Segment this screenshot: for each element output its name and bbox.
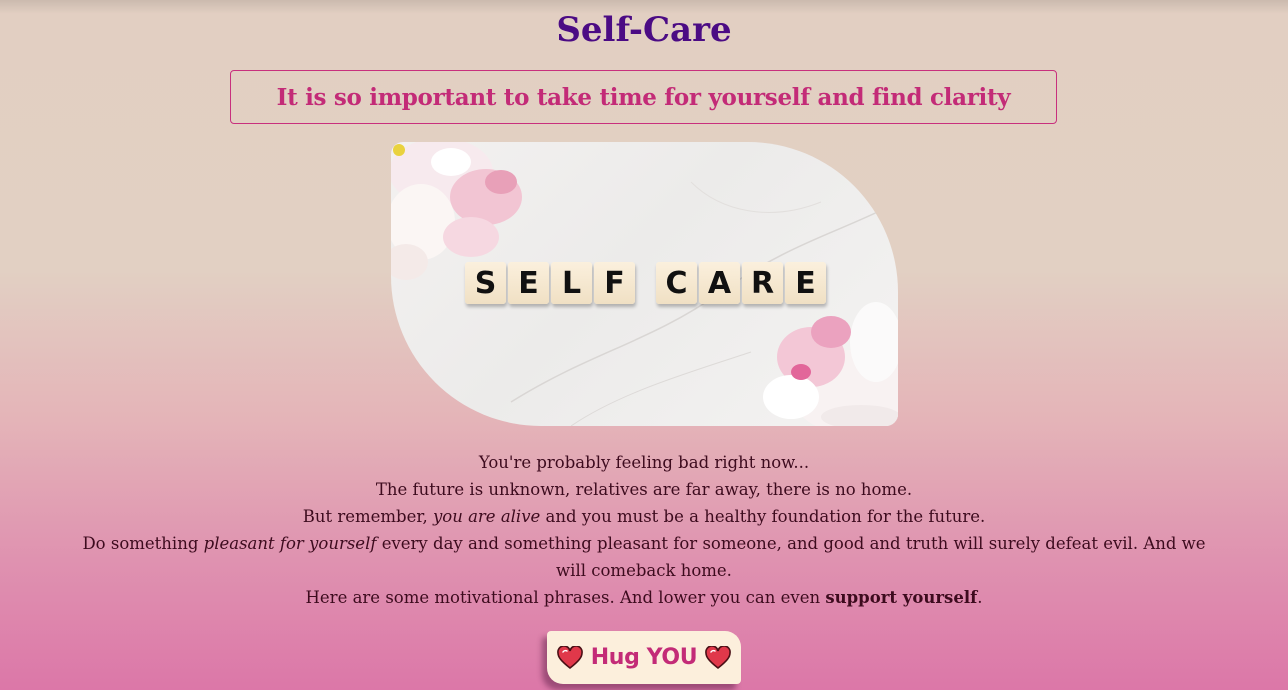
body-text-span: Here are some motivational phrases. And …	[305, 588, 826, 607]
tile-letter: S	[465, 262, 506, 304]
page-title: Self-Care	[556, 10, 732, 50]
emphasis-text: you are alive	[432, 507, 541, 526]
body-text-span: Do something	[82, 534, 204, 553]
body-text-span: and you must be a healthy foundation for…	[540, 507, 986, 526]
heart-icon	[705, 645, 732, 669]
tile-gap	[637, 262, 654, 306]
body-line: You're probably feeling bad right now...	[478, 453, 810, 472]
body-text-span: every day and something pleasant for som…	[376, 534, 1206, 580]
tile-letter: C	[656, 262, 697, 304]
tile-letter: E	[785, 262, 826, 304]
scrabble-tiles: S E L F C A R E	[465, 262, 826, 306]
subtitle-box: It is so important to take time for your…	[230, 70, 1057, 124]
tile-letter: R	[742, 262, 783, 304]
hug-button-label: Hug YOU	[590, 645, 698, 670]
body-line: Do something pleasant for yourself every…	[80, 530, 1208, 584]
body-line: Here are some motivational phrases. And …	[80, 584, 1208, 611]
flower-top-left	[391, 142, 522, 280]
body-text-span: But remember,	[302, 507, 433, 526]
heart-icon	[556, 645, 583, 669]
tile-letter: L	[551, 262, 592, 304]
subtitle-text: It is so important to take time for your…	[276, 83, 1011, 111]
hug-you-button[interactable]: Hug YOU	[547, 631, 741, 684]
emphasis-text: pleasant for yourself	[203, 534, 377, 553]
tile-letter: A	[699, 262, 740, 304]
tile-letter: E	[508, 262, 549, 304]
tile-letter: F	[594, 262, 635, 304]
body-line: The future is unknown, relatives are far…	[375, 480, 913, 499]
body-text-span: .	[977, 588, 983, 607]
flower-bottom-right	[763, 302, 898, 426]
strong-text: support yourself	[825, 588, 978, 607]
body-text: You're probably feeling bad right now...…	[80, 449, 1208, 611]
body-line: But remember, you are alive and you must…	[80, 503, 1208, 530]
